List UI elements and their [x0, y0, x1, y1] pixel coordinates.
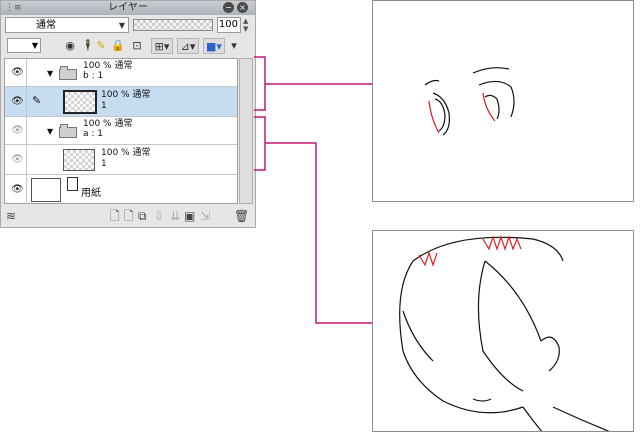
merge-down-icon[interactable]: ⇊: [170, 208, 180, 224]
transfer-down-icon[interactable]: ⇩: [154, 208, 164, 224]
canvas-preview-face: [372, 230, 634, 432]
layer-name: a : 1: [83, 129, 103, 139]
eyes-drawing: [424, 67, 515, 136]
layers-stack-icon[interactable]: ≋: [6, 208, 16, 224]
layer-opacity-mode: 100 % 通常: [101, 148, 151, 158]
layer-name: b : 1: [83, 71, 104, 81]
lock-transparency-icon[interactable]: ⊡: [129, 38, 145, 54]
opacity-spinner[interactable]: ▲ ▼: [243, 17, 248, 33]
layer-opacity-mode: 100 % 通常: [83, 61, 133, 71]
clip-icon[interactable]: ⊞▾: [151, 38, 173, 54]
layer-thumbnail: [63, 90, 97, 114]
chevron-down-icon: ▼: [118, 21, 125, 30]
layer-folder-b[interactable]: 👁 ▼ 100 % 通常 b : 1: [5, 59, 237, 87]
layer-opacity-mode: 100 % 通常: [101, 90, 151, 100]
layer-folder-a[interactable]: 👁 ▼ 100 % 通常 a : 1: [5, 117, 237, 145]
layer-opacity-mode: 100 % 通常: [83, 119, 133, 129]
layer-name: 用紙: [81, 188, 101, 199]
opacity-slider[interactable]: [133, 19, 213, 31]
layer-color-picker[interactable]: ▼: [7, 38, 41, 53]
panel-menu-icon[interactable]: ▾: [227, 38, 241, 54]
opacity-value[interactable]: 100: [217, 17, 241, 33]
layer-raster-b1[interactable]: 👁 ✎ 100 % 通常 1: [5, 87, 237, 117]
apply-mask-icon[interactable]: ⇲: [200, 208, 210, 224]
paper-thumbnail: [31, 178, 61, 202]
trash-icon[interactable]: 🗑: [234, 208, 249, 224]
layer-name: 1: [101, 159, 107, 169]
panel-titlebar[interactable]: ⋮≡ レイヤー − ×: [1, 1, 255, 15]
layer-paper[interactable]: 👁 用紙: [5, 175, 237, 204]
folder-icon: [59, 124, 77, 138]
minimize-icon[interactable]: −: [223, 2, 234, 13]
canvas-preview-eyes: [372, 0, 634, 202]
eye-icon[interactable]: 👁: [11, 126, 24, 136]
draft-layer-icon[interactable]: 🕴: [81, 38, 95, 54]
chevron-down-icon: ▼: [31, 41, 38, 50]
blend-mode-select[interactable]: 通常 ▼: [5, 17, 129, 33]
panel-title: レイヤー: [108, 2, 148, 13]
eye-icon[interactable]: 👁: [11, 97, 24, 107]
lock-icon[interactable]: 🔒: [111, 38, 125, 54]
layer-name: 1: [101, 101, 107, 111]
new-vector-layer-icon[interactable]: 🗋: [124, 208, 134, 224]
eye-icon[interactable]: 👁: [11, 68, 24, 78]
face-drawing: [399, 235, 610, 431]
layer-list-scrollbar[interactable]: [239, 58, 253, 204]
blend-mode-value: 通常: [36, 20, 56, 31]
folder-icon: [59, 66, 77, 80]
eye-icon[interactable]: 👁: [11, 155, 24, 165]
eye-icon[interactable]: 👁: [11, 185, 24, 195]
close-icon[interactable]: ×: [237, 2, 248, 13]
reference-layer-icon[interactable]: ◉: [63, 38, 77, 54]
color-layer-icon[interactable]: ■▾: [203, 38, 225, 54]
connector-a: [265, 142, 372, 324]
new-folder-icon[interactable]: ⧉: [138, 208, 147, 224]
mask-layer-icon[interactable]: ▣: [184, 208, 195, 224]
pen-icon: ✎: [32, 94, 42, 107]
layer-panel: ⋮≡ レイヤー − × 通常 ▼ 100 ▲ ▼ ▼ ◉ 🕴 ✎ 🔒 ⊡ ⊞▾ ⊿…: [0, 0, 256, 228]
layer-thumbnail: [63, 149, 95, 171]
mask-icon[interactable]: ✎: [95, 38, 107, 54]
layer-raster-a1[interactable]: 👁 100 % 通常 1: [5, 145, 237, 175]
layer-list: 👁 ▼ 100 % 通常 b : 1 👁 ✎ 100 % 通常 1 👁 ▼ 10…: [4, 58, 238, 204]
ruler-icon[interactable]: ⊿▾: [177, 38, 199, 54]
paper-layer-icon: [67, 177, 78, 191]
expand-triangle-icon[interactable]: ▼: [47, 69, 53, 78]
new-layer-icon[interactable]: 🗋: [110, 208, 120, 224]
expand-triangle-icon[interactable]: ▼: [47, 127, 53, 136]
